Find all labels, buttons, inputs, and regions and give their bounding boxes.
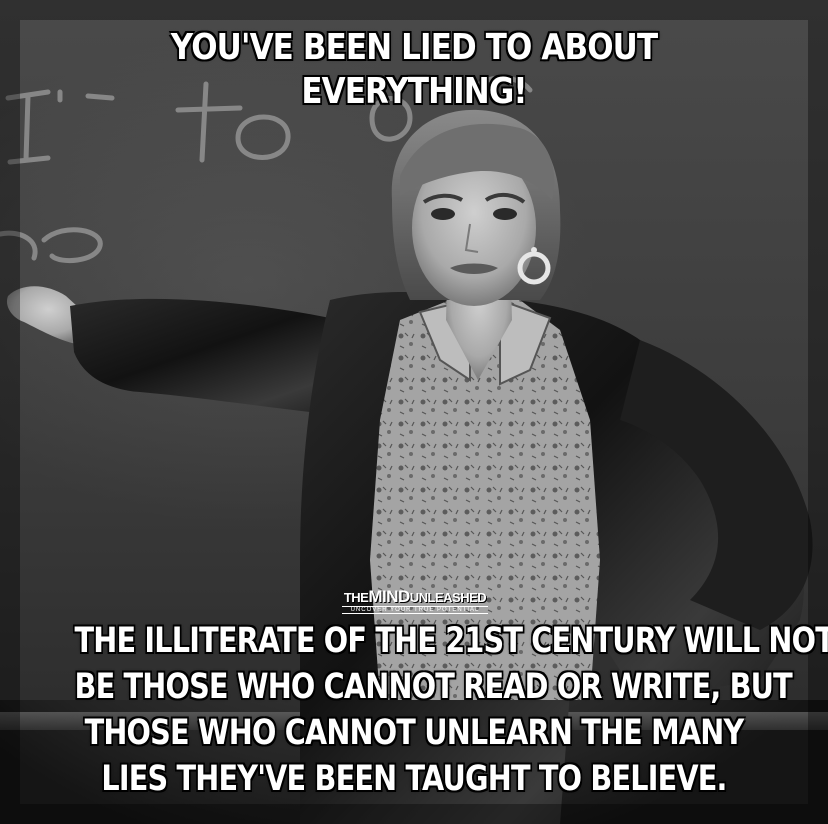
- watermark-brand-the: THE: [343, 590, 369, 605]
- watermark-tagline: UNCOVER YOUR TRUE POTENTIAL: [342, 606, 488, 614]
- watermark-brand-unleashed: UNLEASHED: [409, 590, 487, 605]
- watermark-brand-mind: MIND: [368, 587, 410, 606]
- bottom-caption-line-1: THE ILLITERATE OF THE 21ST CENTURY WILL …: [74, 621, 828, 661]
- meme-image: YOU'VE BEEN LIED TO ABOUT EVERYTHING! TH…: [0, 0, 828, 824]
- bottom-caption-line-4: LIES THEY'VE BEEN TAUGHT TO BELIEVE.: [101, 759, 727, 799]
- bottom-caption-line-2: BE THOSE WHO CANNOT READ OR WRITE, BUT: [74, 667, 793, 707]
- bottom-caption-line-3: THOSE WHO CANNOT UNLEARN THE MANY: [84, 713, 745, 753]
- bottom-caption: THE ILLITERATE OF THE 21ST CENTURY WILL …: [74, 618, 828, 802]
- watermark-logo: THEMINDUNLEASHED UNCOVER YOUR TRUE POTEN…: [342, 588, 488, 614]
- top-caption: YOU'VE BEEN LIED TO ABOUT EVERYTHING!: [170, 27, 658, 112]
- watermark-brand: THEMINDUNLEASHED: [342, 588, 488, 605]
- earring-stud: [531, 247, 537, 253]
